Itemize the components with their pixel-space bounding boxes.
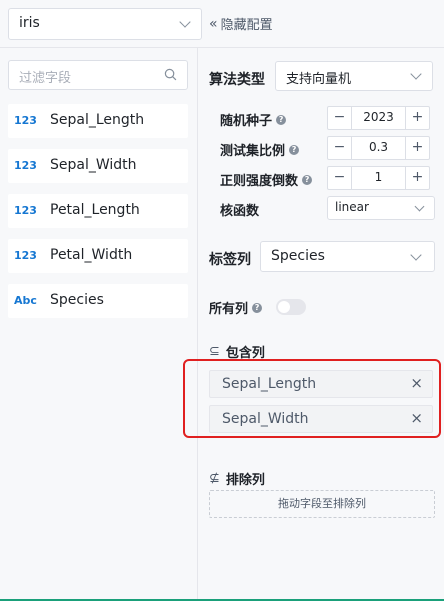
regularization-decrement-button[interactable]: − <box>328 167 352 189</box>
field-item[interactable]: 123 Petal_Width <box>8 239 188 273</box>
target-column-label: 标签列 <box>209 249 251 269</box>
help-icon[interactable]: ? <box>276 114 287 125</box>
exclude-columns-dropzone[interactable]: 拖动字段至排除列 <box>209 490 435 518</box>
test-ratio-label-text: 测试集比例 <box>220 144 286 159</box>
field-name: Sepal_Length <box>50 112 145 128</box>
help-icon[interactable]: ? <box>302 174 313 185</box>
test-ratio-decrement-button[interactable]: − <box>328 137 352 159</box>
regularization-increment-button[interactable]: + <box>405 167 429 189</box>
search-icon <box>164 68 177 81</box>
all-columns-label-text: 所有列 <box>209 302 249 317</box>
top-bar: iris « 隐藏配置 <box>0 0 444 48</box>
test-ratio-label: 测试集比例 ? <box>220 140 300 159</box>
dataset-select[interactable]: iris <box>8 8 202 40</box>
numeric-type-icon: 123 <box>14 114 37 127</box>
seed-label-text: 随机种子 <box>220 114 273 129</box>
field-item[interactable]: 123 Petal_Length <box>8 194 188 228</box>
not-subset-icon: ⊈ <box>209 471 220 486</box>
target-column-select[interactable]: Species <box>260 241 435 272</box>
hide-config-label: 隐藏配置 <box>220 18 273 33</box>
field-name: Petal_Width <box>50 247 133 263</box>
numeric-type-icon: 123 <box>14 159 37 172</box>
numeric-type-icon: 123 <box>14 249 37 262</box>
kernel-select-value: linear <box>335 200 369 214</box>
field-item[interactable]: 123 Sepal_Length <box>8 104 188 138</box>
field-item[interactable]: 123 Sepal_Width <box>8 149 188 183</box>
dataset-select-value: iris <box>19 15 40 31</box>
field-search-placeholder: 过滤字段 <box>19 71 72 86</box>
field-list-panel: 过滤字段 123 Sepal_Length 123 Sepal_Width 12… <box>0 48 198 601</box>
seed-increment-button[interactable]: + <box>405 107 429 129</box>
seed-label: 随机种子 ? <box>220 110 287 129</box>
field-search-input[interactable]: 过滤字段 <box>8 60 188 90</box>
double-chevron-left-icon: « <box>209 15 217 32</box>
all-columns-toggle[interactable] <box>276 299 306 315</box>
exclude-columns-title: ⊈ 排除列 <box>209 469 265 488</box>
all-columns-label: 所有列 ? <box>209 298 263 317</box>
field-name: Sepal_Width <box>50 157 137 173</box>
chevron-down-icon <box>410 68 422 80</box>
test-ratio-increment-button[interactable]: + <box>405 137 429 159</box>
target-column-label-text: 标签列 <box>209 252 251 268</box>
test-ratio-value[interactable]: 0.3 <box>353 140 404 154</box>
toggle-knob <box>278 301 290 313</box>
numeric-type-icon: 123 <box>14 204 37 217</box>
field-item[interactable]: Abc Species <box>8 284 188 318</box>
help-icon[interactable]: ? <box>289 144 300 155</box>
text-type-icon: Abc <box>14 294 37 307</box>
field-name: Species <box>50 292 104 308</box>
kernel-label: 核函数 <box>220 200 259 219</box>
chevron-down-icon <box>179 16 191 28</box>
seed-stepper[interactable]: − 2023 + <box>327 106 430 130</box>
hide-config-link[interactable]: « 隐藏配置 <box>209 14 273 34</box>
chevron-down-icon <box>410 249 422 261</box>
algorithm-select[interactable]: 支持向量机 <box>275 61 433 91</box>
target-column-value: Species <box>271 248 325 264</box>
regularization-label: 正则强度倒数 ? <box>220 170 313 189</box>
algorithm-type-label: 算法类型 <box>209 69 265 89</box>
help-icon[interactable]: ? <box>252 302 263 313</box>
subset-icon: ⊆ <box>209 344 220 359</box>
app-root: iris « 隐藏配置 过滤字段 123 Sepal_Length 123 Se… <box>0 0 444 601</box>
seed-decrement-button[interactable]: − <box>328 107 352 129</box>
config-panel: 算法类型 支持向量机 随机种子 ? − 2023 + 测试集比例 ? − 0.3… <box>199 48 444 601</box>
regularization-label-text: 正则强度倒数 <box>220 174 299 189</box>
algorithm-type-label-text: 算法类型 <box>209 72 265 88</box>
field-name: Petal_Length <box>50 202 140 218</box>
regularization-stepper[interactable]: − 1 + <box>327 166 430 190</box>
regularization-value[interactable]: 1 <box>353 170 404 184</box>
chevron-down-icon <box>414 201 425 212</box>
seed-value[interactable]: 2023 <box>353 110 404 124</box>
kernel-label-text: 核函数 <box>220 204 260 219</box>
kernel-select[interactable]: linear <box>327 196 435 220</box>
highlight-box <box>183 359 441 438</box>
exclude-columns-title-text: 排除列 <box>225 473 265 488</box>
algorithm-select-value: 支持向量机 <box>286 72 352 87</box>
test-ratio-stepper[interactable]: − 0.3 + <box>327 136 430 160</box>
